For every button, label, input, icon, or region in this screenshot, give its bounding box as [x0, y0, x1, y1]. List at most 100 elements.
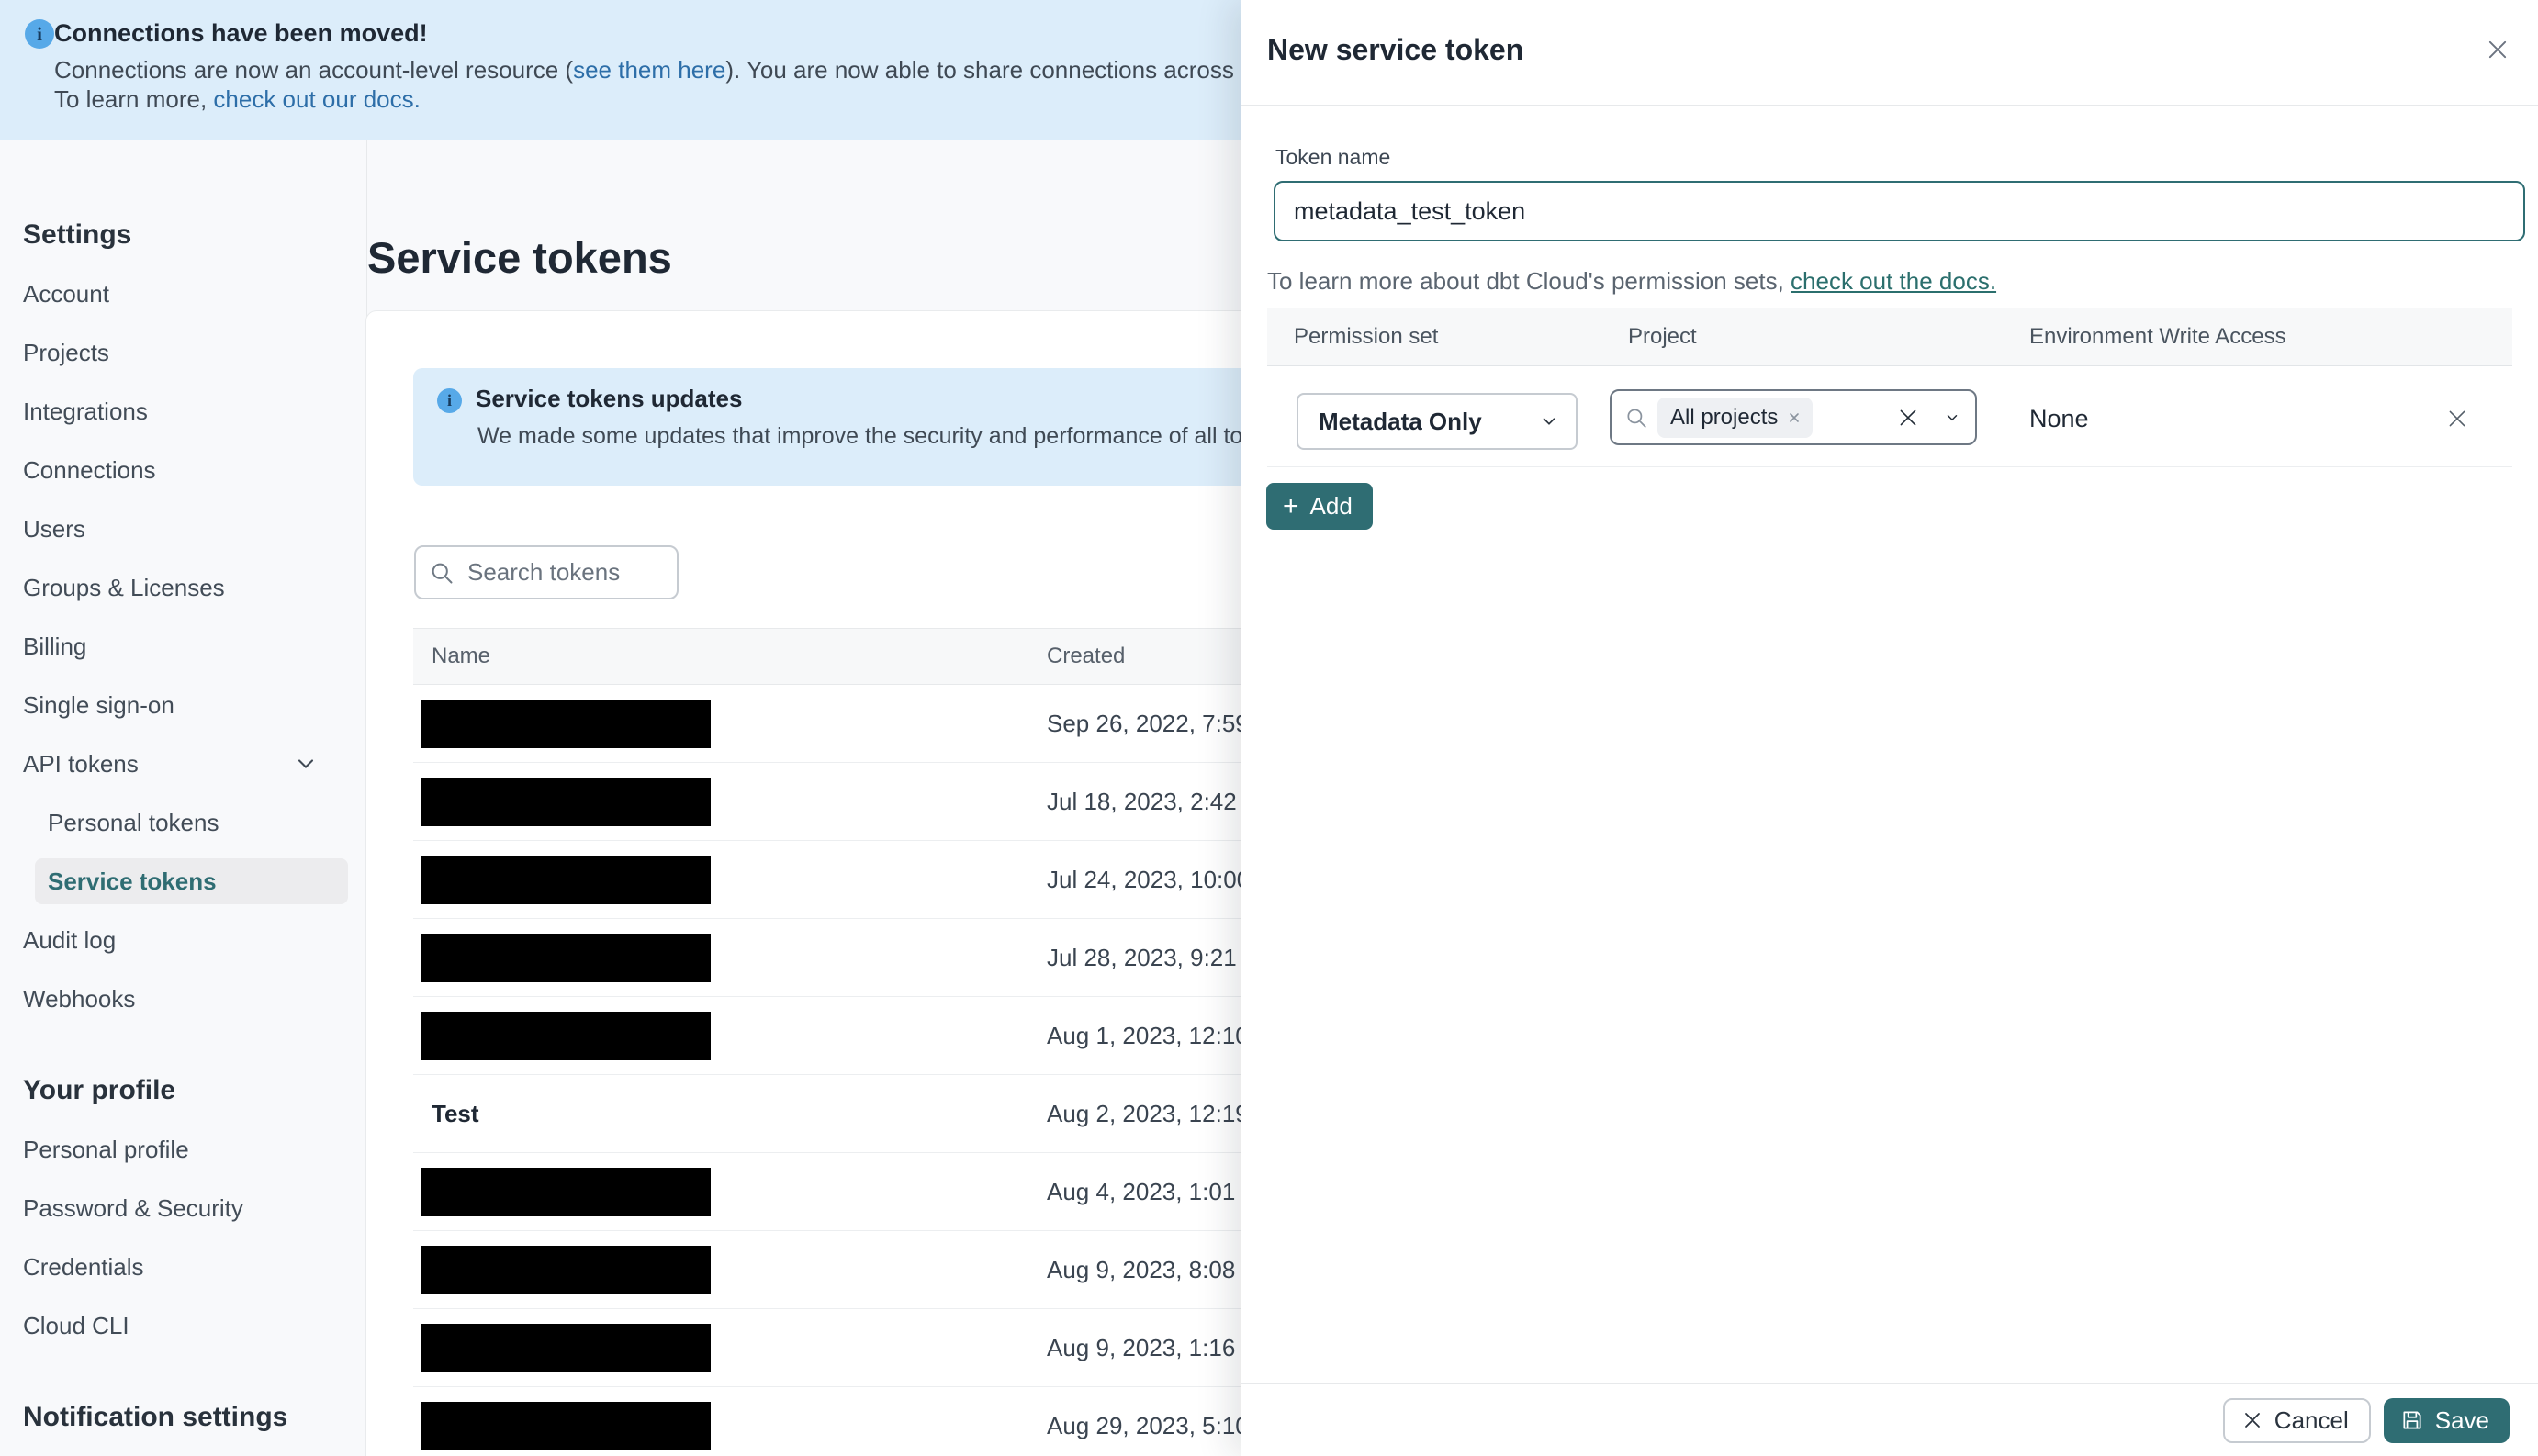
- sidebar-item-users[interactable]: Users: [23, 499, 366, 558]
- chevron-down-icon: [293, 751, 319, 777]
- chevron-down-icon[interactable]: [1944, 409, 1960, 426]
- redacted-name: [421, 1245, 711, 1294]
- see-them-here-link[interactable]: see them here: [573, 56, 725, 84]
- token-name-cell: [413, 777, 1047, 826]
- add-permission-button[interactable]: + Add: [1266, 483, 1373, 530]
- sidebar-item-label: Cloud CLI: [23, 1311, 129, 1339]
- token-name-cell: [413, 1245, 1047, 1294]
- token-name-cell: [413, 699, 1047, 748]
- sidebar-item-label: Groups & Licenses: [23, 573, 225, 601]
- column-header-name: Name: [432, 644, 491, 668]
- sidebar-item-password-security[interactable]: Password & Security: [23, 1179, 366, 1238]
- sidebar-item-billing[interactable]: Billing: [23, 617, 366, 676]
- alert-body: We made some updates that improve the se…: [477, 423, 1375, 449]
- info-icon: i: [25, 19, 54, 49]
- permission-set-value: Metadata Only: [1319, 407, 1482, 435]
- sidebar-item-service-tokens[interactable]: Service tokens: [35, 858, 348, 904]
- sidebar-item-label: Connections: [23, 455, 156, 484]
- token-name-cell: Test: [413, 1100, 1047, 1128]
- token-name-cell: [413, 933, 1047, 982]
- alert-title: Service tokens updates: [476, 385, 743, 412]
- redacted-name: [421, 699, 711, 748]
- redacted-name: [421, 1323, 711, 1372]
- token-name-input[interactable]: [1274, 181, 2525, 241]
- save-icon: [2400, 1408, 2424, 1432]
- add-button-label: Add: [1309, 492, 1353, 520]
- help-text: To learn more about dbt Cloud's permissi…: [1267, 267, 1791, 295]
- banner-body-line: To learn more, check out our docs.: [54, 85, 421, 114]
- sidebar-item-webhooks[interactable]: Webhooks: [23, 969, 366, 1028]
- sidebar-heading-notification-settings: Notification settings: [23, 1402, 288, 1432]
- search-tokens-input[interactable]: [466, 557, 653, 588]
- page: i Connections have been moved! Connectio…: [0, 0, 2538, 1456]
- project-multiselect[interactable]: All projects: [1610, 389, 1977, 445]
- permission-sets-help: To learn more about dbt Cloud's permissi…: [1267, 267, 1996, 296]
- sidebar-item-label: Personal profile: [23, 1135, 189, 1163]
- sidebar-item-personal-tokens[interactable]: Personal tokens: [48, 793, 366, 852]
- sidebar-item-connections[interactable]: Connections: [23, 441, 366, 499]
- redacted-name: [421, 1011, 711, 1060]
- banner-title: Connections have been moved!: [54, 19, 428, 47]
- cancel-button-label: Cancel: [2274, 1406, 2349, 1434]
- sidebar-item-label: Projects: [23, 338, 109, 366]
- search-icon: [429, 560, 455, 586]
- check-out-our-docs-link[interactable]: check out our docs.: [213, 85, 420, 113]
- sidebar-item-label: Service tokens: [48, 867, 217, 895]
- token-name-label: Token name: [1275, 145, 1391, 169]
- sidebar-item-credentials[interactable]: Credentials: [23, 1238, 366, 1296]
- drawer-footer: Cancel Save: [1241, 1383, 2538, 1456]
- remove-permission-row-icon[interactable]: [2441, 402, 2474, 435]
- settings-sidebar: Settings Account Projects Integrations Conne…: [0, 140, 367, 1456]
- sidebar-item-label: Billing: [23, 632, 87, 660]
- sidebar-item-label: Password & Security: [23, 1193, 243, 1222]
- sidebar-item-label: Integrations: [23, 397, 148, 425]
- plus-icon: +: [1283, 490, 1299, 521]
- token-name-cell: [413, 1167, 1047, 1216]
- check-out-the-docs-link[interactable]: check out the docs.: [1791, 267, 1996, 295]
- redacted-name: [421, 1401, 711, 1450]
- save-button-label: Save: [2434, 1406, 2489, 1434]
- sidebar-item-label: API tokens: [23, 749, 139, 778]
- permission-set-select[interactable]: Metadata Only: [1297, 393, 1578, 450]
- sidebar-item-label: Users: [23, 514, 85, 543]
- redacted-name: [421, 1167, 711, 1216]
- redacted-name: [421, 855, 711, 904]
- search-tokens-box[interactable]: [414, 545, 679, 599]
- permissions-table-header: Permission set Project Environment Write…: [1267, 308, 2512, 366]
- sidebar-item-integrations[interactable]: Integrations: [23, 382, 366, 441]
- chip-remove-icon[interactable]: [1787, 410, 1802, 425]
- sidebar-item-cloud-cli[interactable]: Cloud CLI: [23, 1296, 366, 1355]
- sidebar-item-label: Credentials: [23, 1252, 144, 1281]
- token-name-cell: [413, 855, 1047, 904]
- sidebar-nav: Settings Account Projects Integrations Conne…: [23, 206, 366, 1447]
- sidebar-item-label: Personal tokens: [48, 808, 219, 836]
- cancel-button[interactable]: Cancel: [2222, 1397, 2371, 1443]
- sidebar-item-projects[interactable]: Projects: [23, 323, 366, 382]
- sidebar-item-label: Single sign-on: [23, 690, 174, 719]
- project-chip[interactable]: All projects: [1657, 397, 1814, 438]
- close-icon[interactable]: [2481, 33, 2514, 66]
- sidebar-item-label: Webhooks: [23, 984, 136, 1013]
- column-header-permission-set: Permission set: [1294, 324, 1439, 349]
- chevron-down-icon: [1539, 411, 1559, 431]
- token-name-cell: [413, 1323, 1047, 1372]
- column-header-created: Created: [1047, 644, 1126, 668]
- clear-selection-icon[interactable]: [1896, 406, 1920, 430]
- sidebar-item-groups-licenses[interactable]: Groups & Licenses: [23, 558, 366, 617]
- sidebar-item-account[interactable]: Account: [23, 264, 366, 323]
- sidebar-item-personal-profile[interactable]: Personal profile: [23, 1120, 366, 1179]
- token-name-cell: [413, 1401, 1047, 1450]
- sidebar-item-single-sign-on[interactable]: Single sign-on: [23, 676, 366, 734]
- search-icon: [1624, 406, 1648, 430]
- banner-text: To learn more,: [54, 85, 214, 113]
- drawer-header: New service token: [1241, 0, 2538, 106]
- row-divider: [1267, 466, 2512, 467]
- sidebar-item-audit-log[interactable]: Audit log: [23, 911, 366, 969]
- sidebar-item-api-tokens[interactable]: API tokens: [23, 734, 366, 793]
- sidebar-item-label: Account: [23, 279, 109, 308]
- sidebar-heading-your-profile: Your profile: [23, 1075, 176, 1105]
- column-header-environment-write-access: Environment Write Access: [2029, 324, 2286, 349]
- redacted-name: [421, 777, 711, 826]
- environment-write-access-value: None: [2029, 405, 2089, 432]
- save-button[interactable]: Save: [2383, 1397, 2510, 1443]
